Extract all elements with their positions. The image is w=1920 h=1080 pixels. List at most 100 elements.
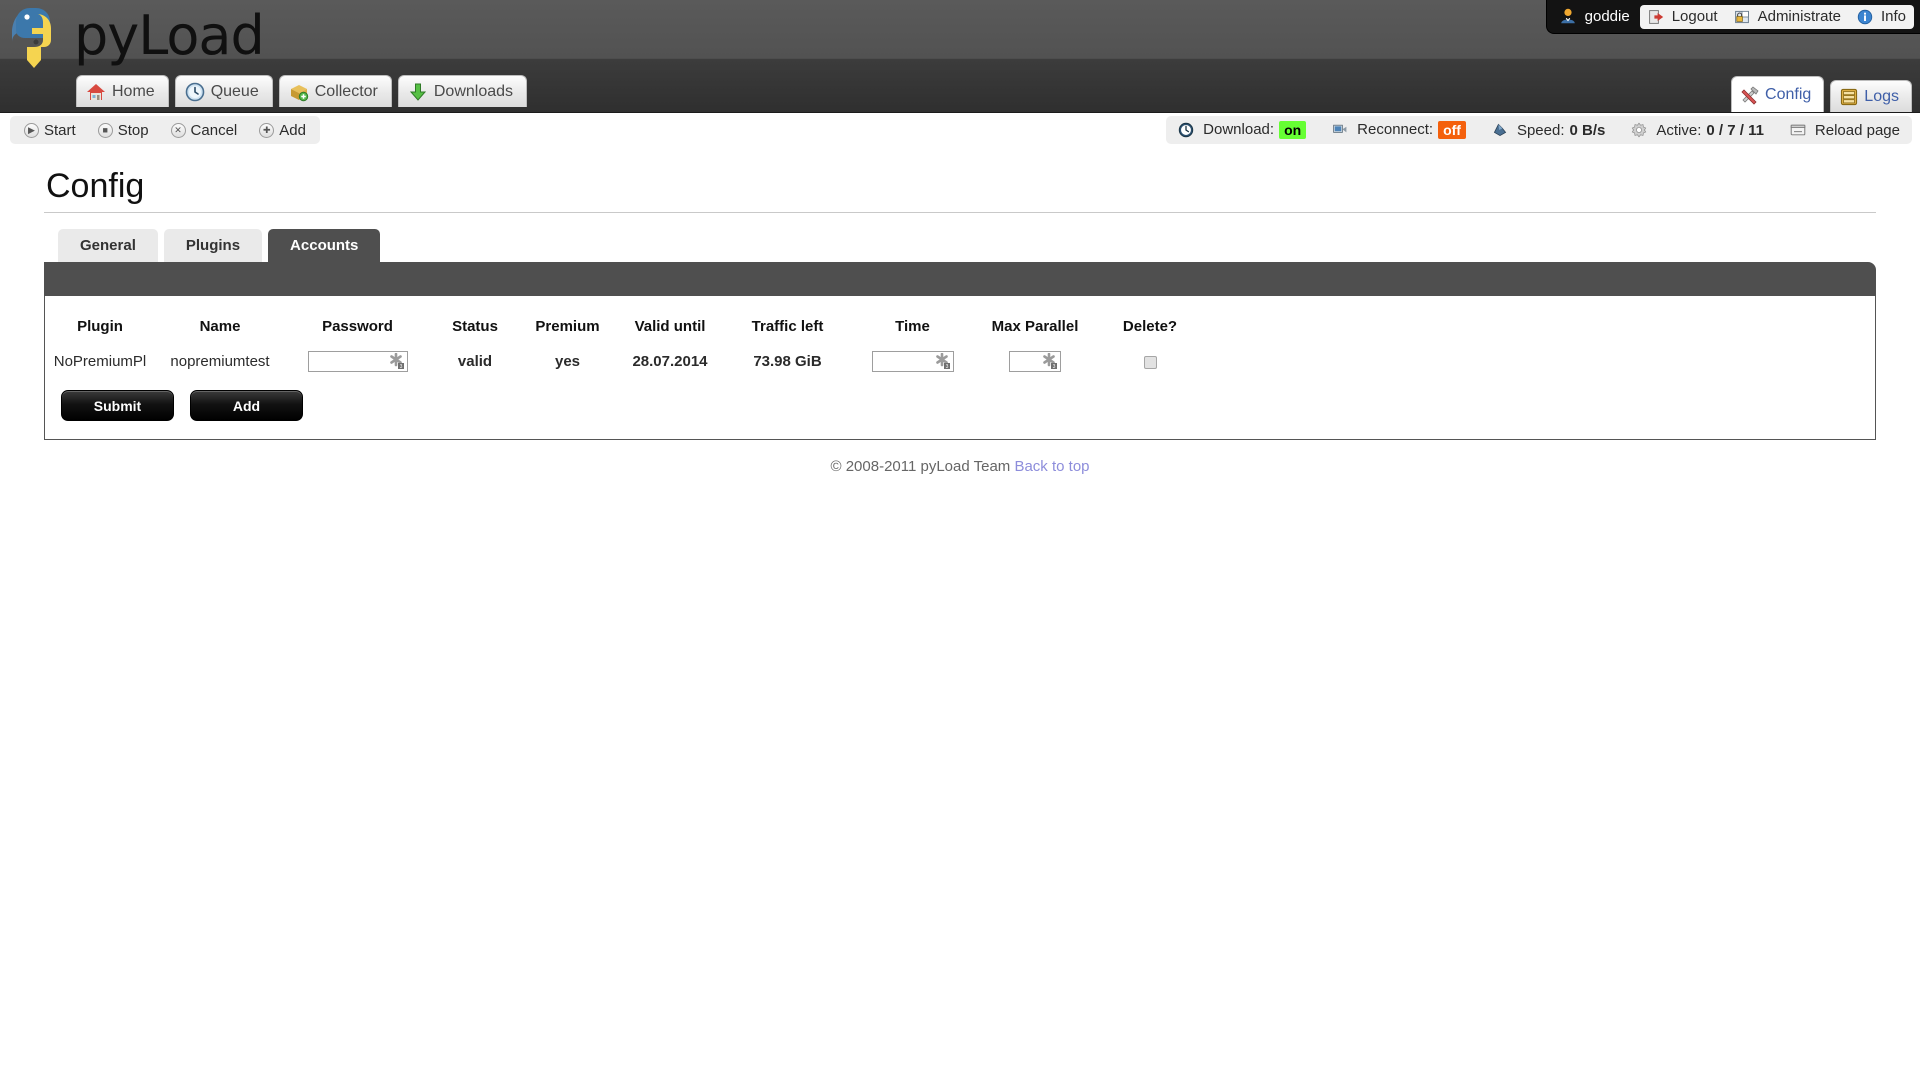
user-avatar-icon	[1559, 7, 1579, 27]
add-label: Add	[279, 121, 306, 139]
nav-item-queue[interactable]: Queue	[174, 75, 273, 107]
col-name: Name	[199, 318, 241, 335]
cell-time: 3	[850, 349, 975, 374]
active-value: 0 / 7 / 11	[1706, 121, 1764, 139]
page-content: Config General Plugins Accounts Plugin N…	[0, 167, 1920, 475]
back-to-top-link[interactable]: Back to top	[1014, 458, 1089, 475]
username-label: goddie	[1584, 8, 1630, 25]
cancel-icon: ✕	[170, 122, 186, 138]
cell-password: 3	[285, 349, 430, 374]
stop-button[interactable]: ■ Stop	[97, 121, 149, 139]
title-divider	[44, 212, 1876, 213]
info-label: Info	[1880, 8, 1906, 25]
form-buttons: Submit Add	[61, 390, 1875, 421]
config-tab-accounts[interactable]: Accounts	[268, 229, 381, 262]
tools-icon	[1740, 85, 1760, 105]
reconnect-label: Reconnect:	[1357, 121, 1434, 139]
stop-icon: ■	[97, 122, 113, 138]
password-input[interactable]: 3	[307, 351, 408, 372]
panel-body: Plugin Name Password Status Premium Vali…	[44, 296, 1876, 440]
submit-button[interactable]: Submit	[61, 390, 174, 421]
copyright-text: © 2008-2011 pyLoad Team	[830, 458, 1011, 475]
tab-logs[interactable]: Logs	[1830, 80, 1912, 112]
tab-config-label: Config	[1765, 85, 1812, 103]
delete-checkbox[interactable]	[1143, 355, 1157, 369]
cell-delete	[1095, 349, 1205, 374]
home-icon	[86, 82, 106, 102]
cell-spacer	[1205, 349, 1875, 374]
tab-logs-label: Logs	[1864, 87, 1899, 105]
cell-max-parallel: 3	[975, 349, 1095, 374]
reload-page-label: Reload page	[1814, 121, 1900, 139]
info-link[interactable]: Info	[1857, 8, 1906, 25]
speed-label: Speed:	[1516, 121, 1565, 139]
start-button[interactable]: ▶ Start	[24, 122, 76, 139]
table-header-row: Plugin Name Password Status Premium Vali…	[45, 310, 1875, 349]
accounts-panel: Plugin Name Password Status Premium Vali…	[44, 262, 1876, 440]
add-account-button[interactable]: Add	[190, 390, 303, 421]
main-navigation: Home Queue Collector Downloads	[76, 75, 528, 107]
stop-label: Stop	[117, 121, 149, 139]
col-traffic-left: Traffic left	[751, 318, 824, 335]
max-parallel-input[interactable]: 3	[1009, 351, 1061, 372]
cell-valid-until: 28.07.2014	[632, 353, 708, 370]
config-tab-accounts-label: Accounts	[290, 237, 359, 254]
reload-window-icon	[1790, 122, 1810, 138]
logout-label: Logout	[1671, 8, 1718, 25]
download-label: Download:	[1203, 121, 1275, 139]
start-label: Start	[44, 121, 76, 139]
cell-name: nopremiumtest	[170, 353, 270, 370]
cancel-button[interactable]: ✕ Cancel	[170, 122, 237, 139]
config-tab-plugins[interactable]: Plugins	[163, 229, 263, 262]
config-tab-general-label: General	[80, 237, 136, 254]
speed-gauge-icon	[1492, 122, 1512, 138]
table-row: NoPremiumPl nopremiumtest 3 valid yes 28…	[45, 349, 1875, 374]
drawer-icon	[1839, 87, 1859, 107]
nav-item-collector-label: Collector	[314, 82, 378, 100]
brand-name: pyLoad	[74, 4, 265, 67]
nav-item-home[interactable]: Home	[76, 75, 169, 107]
right-tab-group: Config Logs	[1731, 76, 1912, 112]
gear-icon	[1631, 122, 1651, 138]
cell-status: valid	[457, 353, 493, 370]
status-bar: Download: on Reconnect: off Speed: 0 B/s…	[1166, 116, 1912, 144]
user-links: Logout Administrate Info	[1639, 4, 1914, 29]
download-status[interactable]: Download: on	[1178, 120, 1307, 140]
cell-premium: yes	[554, 353, 581, 370]
svg-text:3: 3	[945, 364, 948, 370]
play-icon: ▶	[24, 122, 39, 138]
panel-header-bar	[44, 262, 1876, 296]
user-bar: goddie Logout Administrate Info	[1545, 0, 1920, 34]
add-button[interactable]: ✚ Add	[259, 122, 306, 139]
tab-config[interactable]: Config	[1731, 76, 1825, 112]
info-icon	[1857, 9, 1877, 25]
logo-area[interactable]: pyLoad	[10, 4, 265, 68]
col-plugin: Plugin	[77, 318, 123, 335]
config-tab-general[interactable]: General	[58, 229, 158, 262]
max-parallel-asterisk-icon: 3	[1043, 352, 1058, 370]
svg-text:3: 3	[399, 364, 402, 370]
nav-item-downloads[interactable]: Downloads	[397, 75, 528, 107]
col-time: Time	[895, 318, 930, 335]
administrate-link[interactable]: Administrate	[1734, 8, 1841, 25]
reconnect-status-badge[interactable]: off	[1438, 120, 1466, 140]
nav-item-collector[interactable]: Collector	[278, 75, 392, 107]
accounts-table: Plugin Name Password Status Premium Vali…	[45, 310, 1875, 374]
download-arrow-icon	[408, 82, 428, 102]
reload-page-button[interactable]: Reload page	[1790, 122, 1900, 139]
action-toolbar: ▶ Start ■ Stop ✕ Cancel ✚ Add Download:	[0, 113, 1920, 155]
reconnect-status[interactable]: Reconnect: off	[1332, 120, 1466, 140]
download-status-badge[interactable]: on	[1279, 120, 1307, 140]
python-logo-icon	[10, 4, 72, 68]
col-delete: Delete?	[1122, 318, 1178, 335]
nav-item-downloads-label: Downloads	[433, 82, 514, 100]
col-status: Status	[452, 318, 498, 335]
col-spacer	[1205, 310, 1875, 349]
time-input[interactable]: 3	[871, 351, 954, 372]
cell-traffic-left: 73.98 GiB	[753, 353, 822, 370]
logout-link[interactable]: Logout	[1648, 8, 1718, 25]
active-status: Active: 0 / 7 / 11	[1631, 122, 1764, 139]
config-tab-plugins-label: Plugins	[185, 237, 241, 254]
col-max-parallel: Max Parallel	[991, 318, 1079, 335]
clock-icon	[1178, 122, 1198, 138]
